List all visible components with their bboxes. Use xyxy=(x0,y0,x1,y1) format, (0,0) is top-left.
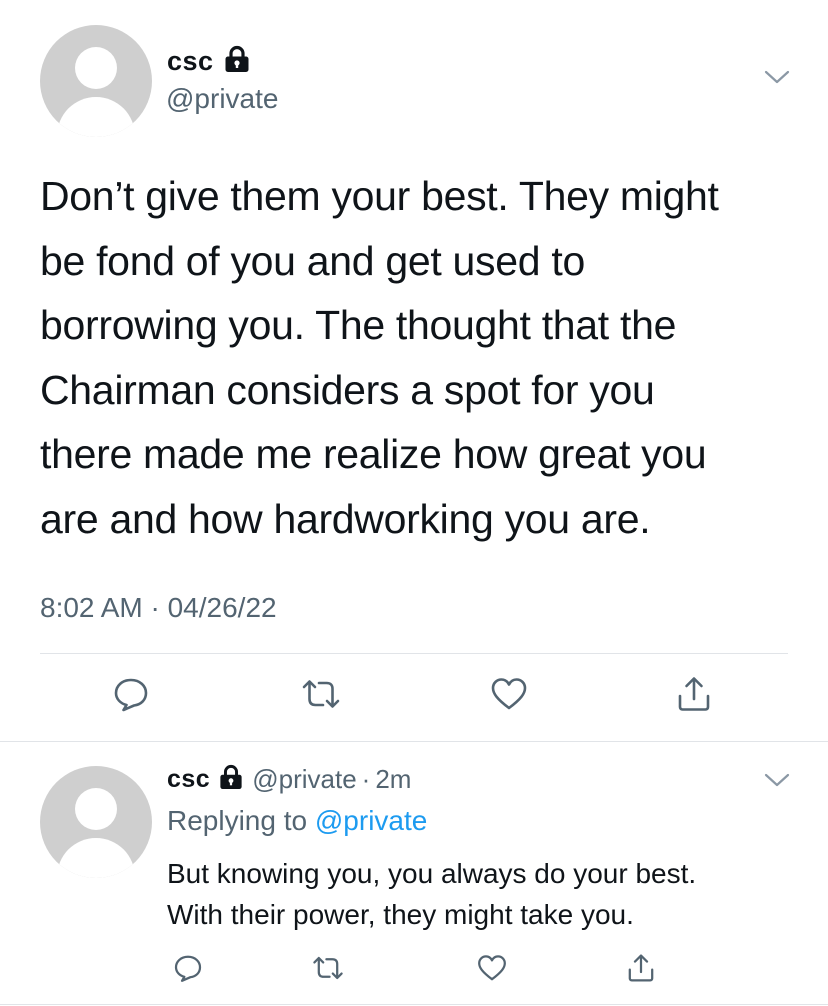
author-name[interactable]: csc xyxy=(167,46,214,77)
replying-to-line: Replying to @private xyxy=(167,805,427,837)
reply-author-avatar[interactable] xyxy=(40,766,152,878)
retweet-icon xyxy=(302,680,340,708)
tweet-text: Don’t give them your best. They might be… xyxy=(40,164,719,551)
reply-text-line: But knowing you, you always do your best… xyxy=(167,858,697,889)
lock-icon xyxy=(224,45,250,78)
like-button[interactable] xyxy=(468,944,516,992)
reply-button[interactable] xyxy=(164,944,212,992)
replying-to-prefix: Replying to xyxy=(167,805,308,836)
heart-icon xyxy=(478,955,506,981)
chevron-down-icon[interactable] xyxy=(763,68,791,91)
comment-icon xyxy=(114,678,148,712)
reply-author-handle[interactable]: @private xyxy=(252,764,356,795)
divider xyxy=(40,653,788,654)
tweet-text-line: be fond of you and get used to xyxy=(40,237,585,284)
retweet-icon xyxy=(313,956,343,980)
comment-icon xyxy=(174,955,202,982)
tweet-text-line: Chairman considers a spot for you xyxy=(40,366,655,413)
avatar-head xyxy=(75,788,117,830)
heart-icon xyxy=(491,678,527,710)
share-icon xyxy=(678,677,710,711)
retweet-button[interactable] xyxy=(297,670,345,718)
tweet-text-line: borrowing you. The thought that the xyxy=(40,302,677,348)
author-name-row: csc xyxy=(167,44,250,78)
avatar-shoulders xyxy=(57,97,135,137)
share-button[interactable] xyxy=(617,944,665,992)
reply-author-name[interactable]: csc xyxy=(167,765,210,794)
separator-dot: · xyxy=(361,763,371,794)
tweet-text-line: are and how hardworking you are. xyxy=(40,495,651,542)
share-icon xyxy=(628,954,654,982)
avatar-shoulders xyxy=(57,838,135,878)
reply-header: csc @private · 2m xyxy=(167,762,411,796)
chevron-down-icon[interactable] xyxy=(763,771,791,794)
avatar-head xyxy=(75,47,117,89)
share-button[interactable] xyxy=(670,670,718,718)
section-divider xyxy=(0,741,828,742)
tweet-text-line: there made me realize how great you xyxy=(40,431,707,477)
author-avatar[interactable] xyxy=(40,25,152,137)
tweet-text-line: Don’t give them your best. They might xyxy=(40,173,719,219)
reply-text-line: With their power, they might take you. xyxy=(167,899,634,930)
tweet-timestamp[interactable]: 8:02 AM · 04/26/22 xyxy=(40,592,277,624)
bottom-divider xyxy=(0,1004,828,1005)
reply-button[interactable] xyxy=(107,670,155,718)
replying-to-link[interactable]: @private xyxy=(315,805,427,836)
reply-text: But knowing you, you always do your best… xyxy=(167,853,696,935)
author-handle[interactable]: @private xyxy=(166,83,278,115)
reply-time[interactable]: 2m xyxy=(375,764,411,795)
lock-icon xyxy=(219,764,243,795)
retweet-button[interactable] xyxy=(304,944,352,992)
like-button[interactable] xyxy=(485,670,533,718)
